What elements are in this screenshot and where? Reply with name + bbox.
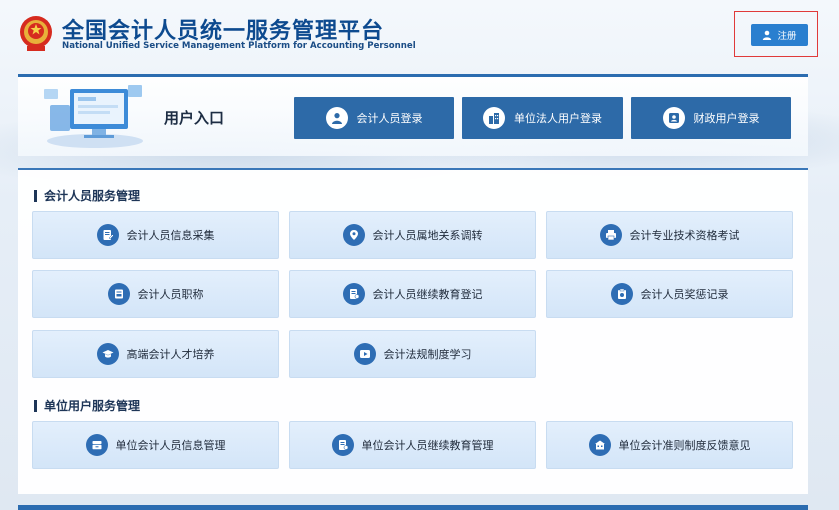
card-label: 会计人员属地关系调转 (372, 229, 483, 242)
card-label: 会计人员奖惩记录 (640, 288, 729, 301)
graduation-cap-icon (96, 343, 119, 365)
section-title-unit: 单位用户服务管理 (34, 400, 140, 412)
card-label: 会计专业技术资格考试 (629, 229, 740, 242)
card-label: 会计人员信息采集 (126, 229, 215, 242)
building-icon (483, 107, 505, 129)
register-button[interactable]: 注册 (751, 24, 808, 46)
card-talent-training[interactable]: 高端会计人才培养 (32, 330, 279, 378)
card-label: 会计法规制度学习 (383, 348, 472, 361)
card-unit-education-management[interactable]: 单位会计人员继续教育管理 (289, 421, 536, 469)
card-label: 单位会计人员信息管理 (115, 439, 226, 452)
card-education-registration[interactable]: 会计人员继续教育登记 (289, 270, 536, 318)
finance-user-icon (662, 107, 685, 129)
education-manage-icon (331, 434, 354, 456)
archive-icon (85, 434, 108, 456)
corporate-login-label: 单位法人用户登录 (514, 112, 602, 125)
site-subtitle: National Unified Service Management Plat… (62, 41, 416, 51)
printer-icon (599, 224, 622, 246)
person-icon (763, 30, 772, 40)
site-header: 全国会计人员统一服务管理平台 National Unified Service … (0, 0, 839, 70)
feedback-house-icon (588, 434, 611, 456)
card-label: 会计人员继续教育登记 (372, 288, 483, 301)
reward-record-icon (610, 283, 633, 305)
accountant-login-button[interactable]: 会计人员登录 (294, 97, 454, 139)
card-territory-transfer[interactable]: 会计人员属地关系调转 (289, 211, 536, 259)
register-label: 注册 (777, 31, 797, 42)
accountant-login-label: 会计人员登录 (356, 112, 423, 125)
card-label: 会计人员职称 (137, 288, 204, 301)
card-regulation-study[interactable]: 会计法规制度学习 (289, 330, 536, 378)
corporate-login-button[interactable]: 单位法人用户登录 (462, 97, 623, 139)
play-icon (353, 343, 376, 365)
user-entry-panel: 用户入口 会计人员登录 单位法人用户登录 财政用户登录 (18, 74, 808, 156)
edit-document-icon (96, 224, 119, 246)
education-record-icon (342, 283, 365, 305)
title-card-icon (107, 283, 130, 305)
card-unit-feedback[interactable]: 单位会计准则制度反馈意见 (546, 421, 793, 469)
card-label: 高端会计人才培养 (126, 348, 215, 361)
computer-illustration-icon (44, 85, 143, 148)
card-label: 单位会计人员继续教育管理 (361, 439, 494, 452)
card-professional-title[interactable]: 会计人员职称 (32, 270, 279, 318)
section-title-accountant: 会计人员服务管理 (34, 190, 140, 202)
finance-login-button[interactable]: 财政用户登录 (631, 97, 791, 139)
location-icon (342, 224, 365, 246)
user-entry-title: 用户入口 (164, 109, 225, 127)
service-panel: 会计人员服务管理 会计人员信息采集 会计人员属地关系调转 会计专业技术资格考试 … (18, 168, 808, 494)
card-qualification-exam[interactable]: 会计专业技术资格考试 (546, 211, 793, 259)
card-label: 单位会计准则制度反馈意见 (618, 439, 751, 452)
footer-strip (18, 505, 808, 510)
card-unit-info-management[interactable]: 单位会计人员信息管理 (32, 421, 279, 469)
national-emblem-icon (20, 16, 52, 51)
card-info-collection[interactable]: 会计人员信息采集 (32, 211, 279, 259)
person-icon (325, 107, 348, 129)
card-reward-punishment[interactable]: 会计人员奖惩记录 (546, 270, 793, 318)
finance-login-label: 财政用户登录 (693, 112, 760, 125)
